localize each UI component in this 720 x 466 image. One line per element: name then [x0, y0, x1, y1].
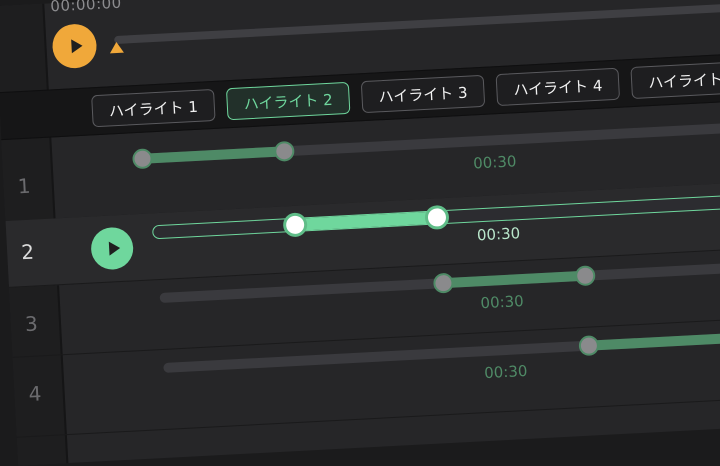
range-end-handle[interactable]: [574, 265, 596, 287]
row-number: 1: [17, 173, 32, 199]
row-play-button[interactable]: [90, 226, 135, 271]
playhead-marker[interactable]: [109, 41, 124, 54]
range-start-handle[interactable]: [578, 335, 600, 357]
range-start-handle[interactable]: [131, 148, 154, 170]
range-end-handle[interactable]: [273, 140, 295, 162]
clip-duration: 00:30: [480, 292, 525, 313]
tab-highlight-1[interactable]: ハイライト 1: [91, 88, 216, 128]
play-icon: [108, 241, 121, 256]
tab-highlight-3[interactable]: ハイライト 3: [360, 74, 486, 114]
range-end-handle[interactable]: [424, 204, 450, 231]
range-start-handle[interactable]: [432, 272, 454, 294]
row-number: 2: [20, 239, 35, 265]
play-icon: [70, 38, 83, 54]
clip-range[interactable]: [588, 331, 720, 351]
clip-range[interactable]: [443, 270, 586, 289]
clip-range[interactable]: [142, 146, 285, 164]
clip-duration: 00:30: [476, 224, 521, 245]
clip-range[interactable]: [294, 211, 438, 231]
clip-duration: 00:30: [472, 152, 517, 173]
row-number: 4: [28, 381, 43, 407]
clip-track[interactable]: [131, 121, 720, 170]
clip-duration: 00:30: [483, 361, 528, 383]
row-number: 3: [24, 311, 39, 337]
range-start-handle[interactable]: [282, 212, 308, 238]
tab-highlight-2[interactable]: ハイライト 2: [225, 81, 351, 121]
tab-highlight-4[interactable]: ハイライト 4: [495, 67, 621, 107]
tab-highlight-5[interactable]: ハイライト 5: [630, 60, 720, 100]
